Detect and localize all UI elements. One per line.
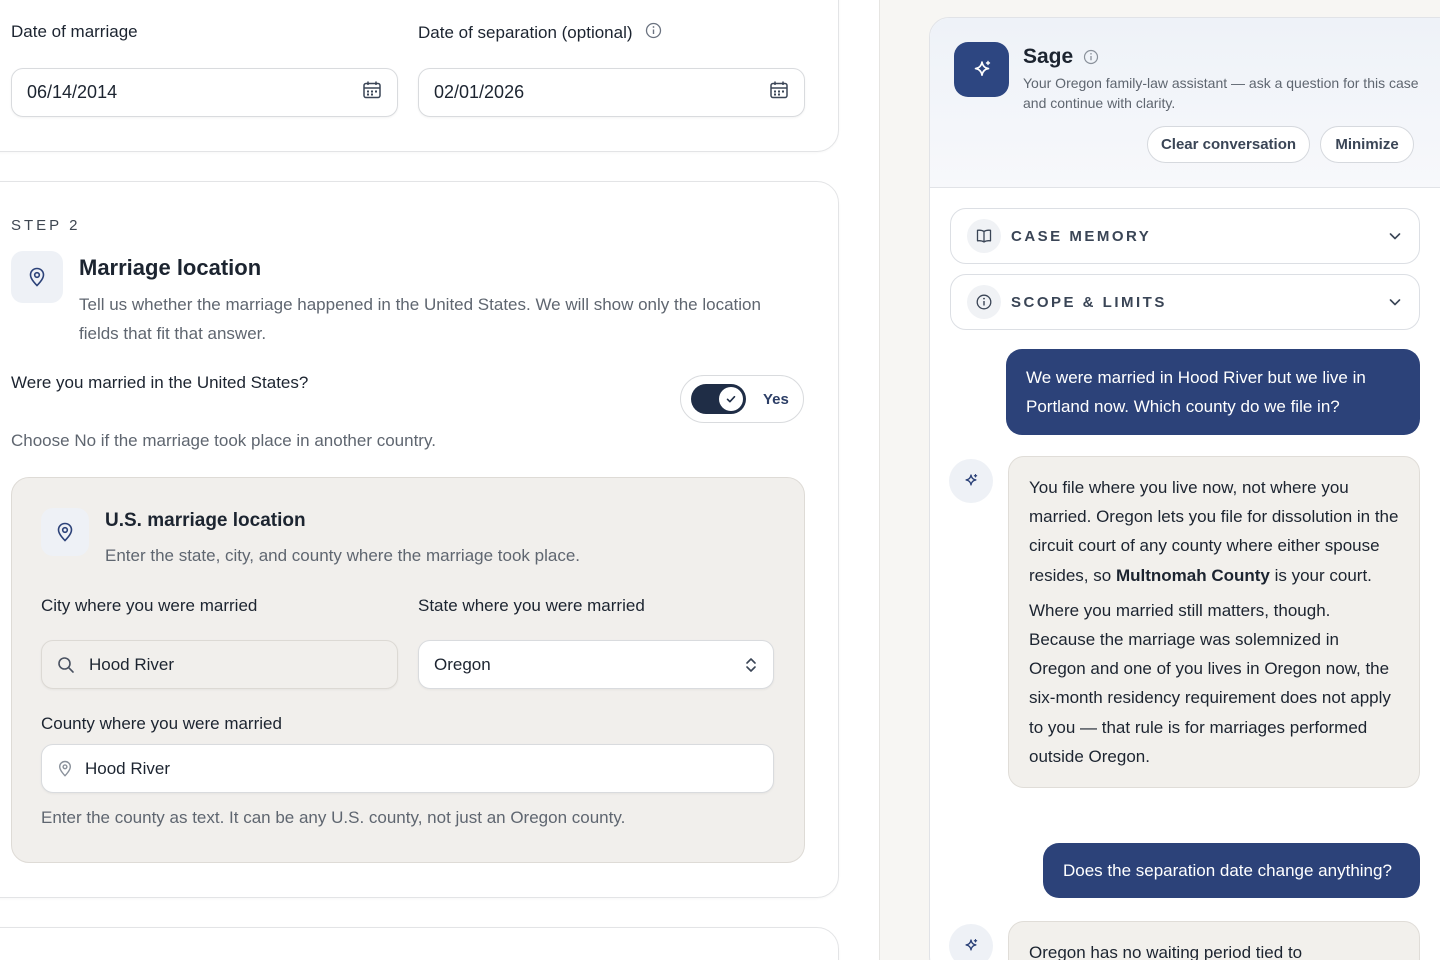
separation-date-label-row: Date of separation (optional) [418, 22, 662, 44]
user-message: We were married in Hood River but we liv… [1006, 349, 1420, 435]
city-label: City where you were married [41, 596, 258, 615]
location-pin-icon [57, 760, 73, 778]
state-select[interactable]: Oregon [418, 640, 774, 689]
separation-date-input[interactable]: 02/01/2026 [418, 68, 805, 117]
assistant-panel: Sage Your Oregon family-law assistant — … [929, 17, 1440, 960]
info-icon [967, 285, 1001, 319]
toggle-track[interactable] [691, 384, 746, 414]
separation-date-value: 02/01/2026 [434, 82, 525, 102]
assistant-name-row: Sage [1023, 45, 1099, 69]
assistant-header: Sage Your Oregon family-law assistant — … [930, 18, 1440, 188]
check-icon [719, 387, 743, 411]
assistant-name: Sage [1023, 45, 1074, 68]
sparkle-icon [949, 924, 993, 960]
assistant-message-paragraph: Where you married still matters, though.… [1029, 600, 1391, 766]
marriage-date-value: 06/14/2014 [27, 82, 118, 102]
clear-conversation-button[interactable]: Clear conversation [1147, 126, 1310, 163]
assistant-message: You file where you live now, not where y… [1008, 456, 1420, 789]
assistant-message: Oregon has no waiting period tied to [1008, 921, 1420, 960]
accordion-scope-limits[interactable]: SCOPE & LIMITS [950, 274, 1420, 330]
state-label: State where you were married [418, 596, 645, 615]
us-location-description: Enter the state, city, and county where … [105, 546, 580, 565]
info-icon[interactable] [645, 22, 662, 44]
county-input[interactable]: Hood River [41, 744, 774, 793]
section-description: Tell us whether the marriage happened in… [79, 295, 761, 343]
accordion-label: CASE MEMORY [1011, 227, 1152, 245]
info-icon[interactable] [1083, 49, 1099, 65]
accordion-case-memory[interactable]: CASE MEMORY [950, 208, 1420, 264]
county-value: Hood River [85, 758, 171, 778]
city-value: Hood River [89, 654, 175, 674]
emphasis-text: Multnomah County [1115, 565, 1270, 585]
us-marriage-toggle[interactable]: Yes [680, 375, 804, 423]
toggle-label: Yes [763, 390, 789, 408]
step-eyebrow: STEP 2 [11, 217, 81, 234]
user-message: Does the separation date change anything… [1043, 843, 1420, 898]
city-input[interactable]: Hood River [41, 640, 398, 689]
minimize-button[interactable]: Minimize [1320, 126, 1414, 163]
chevron-down-icon [1387, 228, 1403, 244]
state-value: Oregon [434, 654, 491, 674]
us-question-label: Were you married in the United States? [11, 373, 309, 392]
marriage-date-input[interactable]: 06/14/2014 [11, 68, 398, 117]
book-icon [967, 219, 1001, 253]
assistant-message-paragraph: You file where you live now, not where y… [1029, 478, 1399, 585]
separation-date-label: Date of separation (optional) [418, 23, 633, 42]
calendar-icon[interactable] [769, 80, 789, 105]
sparkle-icon [949, 459, 993, 503]
location-pin-icon [41, 508, 89, 556]
sparkle-icon [954, 42, 1009, 97]
assistant-subtitle: Your Oregon family-law assistant — ask a… [1023, 75, 1419, 111]
us-question-hint: Choose No if the marriage took place in … [11, 431, 436, 450]
next-step-card [0, 927, 839, 960]
us-location-title: U.S. marriage location [105, 510, 306, 531]
calendar-icon[interactable] [362, 80, 382, 105]
county-hint: Enter the county as text. It can be any … [41, 808, 626, 827]
chevron-updown-icon [744, 656, 758, 674]
accordion-label: SCOPE & LIMITS [1011, 293, 1167, 311]
county-label: County where you were married [41, 714, 282, 733]
chevron-down-icon [1387, 294, 1403, 310]
search-icon [57, 656, 75, 674]
marriage-date-label: Date of marriage [11, 22, 138, 41]
section-title: Marriage location [79, 255, 262, 280]
location-pin-icon [11, 251, 63, 303]
